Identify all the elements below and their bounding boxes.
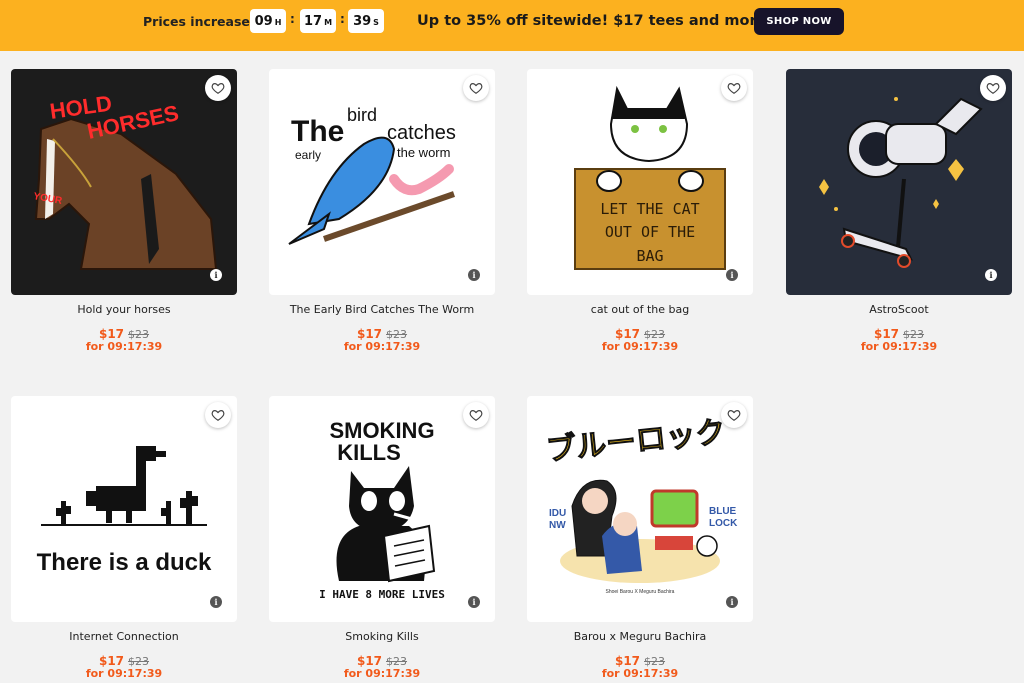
svg-text:The: The bbox=[291, 115, 344, 148]
anime-icon: ブルーロック IDU NW BLUE LOCK Shoei Barou X Me… bbox=[544, 414, 738, 595]
svg-text:KILLS: KILLS bbox=[337, 440, 401, 465]
product-image[interactable]: LET THE CAT OUT OF THE BAG i bbox=[527, 69, 753, 295]
cat-icon: LET THE CAT OUT OF THE BAG bbox=[574, 85, 726, 270]
svg-text:Shoei Barou X Meguru Bachira: Shoei Barou X Meguru Bachira bbox=[606, 589, 675, 595]
shop-now-button[interactable]: SHOP NOW bbox=[754, 8, 844, 35]
countdown-separator: : bbox=[340, 12, 345, 26]
favorite-button[interactable] bbox=[463, 75, 489, 101]
svg-text:the worm: the worm bbox=[397, 145, 450, 160]
svg-text:OUT OF THE: OUT OF THE bbox=[605, 223, 695, 241]
favorite-button[interactable] bbox=[721, 75, 747, 101]
sale-price: $17 bbox=[614, 327, 641, 341]
deal-timer: for 09:17:39 bbox=[343, 667, 421, 680]
svg-text:BAG: BAG bbox=[636, 247, 663, 265]
svg-text:IDU: IDU bbox=[549, 508, 566, 519]
heart-icon bbox=[211, 410, 225, 421]
product-title[interactable]: Hold your horses bbox=[11, 303, 237, 316]
sale-price: $17 bbox=[614, 654, 641, 668]
info-icon[interactable]: i bbox=[210, 596, 222, 608]
astronaut-icon bbox=[819, 97, 983, 268]
favorite-button[interactable] bbox=[980, 75, 1006, 101]
svg-text:early: early bbox=[295, 148, 321, 162]
heart-icon bbox=[727, 83, 741, 94]
sale-price: $17 bbox=[98, 327, 125, 341]
svg-text:There is a duck: There is a duck bbox=[37, 549, 212, 576]
favorite-button[interactable] bbox=[205, 75, 231, 101]
deal-timer: for 09:17:39 bbox=[860, 340, 938, 353]
heart-icon bbox=[469, 410, 483, 421]
product-title[interactable]: cat out of the bag bbox=[527, 303, 753, 316]
promo-banner: Prices increase in 09 H : 17 M : 39 S Up to… bbox=[0, 0, 1024, 51]
heart-icon bbox=[727, 410, 741, 421]
favorite-button[interactable] bbox=[205, 402, 231, 428]
countdown-minutes: 17 M bbox=[300, 9, 336, 33]
sale-price: $17 bbox=[98, 654, 125, 668]
countdown-separator: : bbox=[290, 12, 295, 26]
deal-timer: for 09:17:39 bbox=[343, 340, 421, 353]
product-title[interactable]: Smoking Kills bbox=[269, 630, 495, 643]
deal-timer: for 09:17:39 bbox=[85, 340, 163, 353]
product-title[interactable]: AstroScoot bbox=[786, 303, 1012, 316]
product-title[interactable]: Internet Connection bbox=[11, 630, 237, 643]
pixel-duck-icon: There is a duck bbox=[37, 446, 212, 576]
product-image[interactable]: HOLD HORSES YOUR i bbox=[11, 69, 237, 295]
bird-icon: The bird catches early the worm bbox=[288, 105, 456, 245]
cat-icon: SMOKING KILLS I HAVE 8 MORE LIVES bbox=[319, 418, 445, 601]
heart-icon bbox=[986, 83, 1000, 94]
heart-icon bbox=[211, 83, 225, 94]
product-image[interactable]: ブルーロック IDU NW BLUE LOCK Shoei Barou X Me… bbox=[527, 396, 753, 622]
countdown-seconds: 39 S bbox=[348, 9, 384, 33]
svg-text:NW: NW bbox=[549, 520, 566, 531]
svg-text:BLUE: BLUE bbox=[709, 506, 737, 517]
info-icon[interactable]: i bbox=[726, 596, 738, 608]
heart-icon bbox=[469, 83, 483, 94]
countdown-label: Prices increase in bbox=[143, 14, 268, 29]
sale-price: $17 bbox=[873, 327, 900, 341]
info-icon[interactable]: i bbox=[985, 269, 997, 281]
info-icon[interactable]: i bbox=[210, 269, 222, 281]
svg-text:LOCK: LOCK bbox=[709, 518, 738, 529]
sale-price: $17 bbox=[356, 327, 383, 341]
favorite-button[interactable] bbox=[721, 402, 747, 428]
deal-timer: for 09:17:39 bbox=[601, 340, 679, 353]
svg-text:bird: bird bbox=[347, 105, 377, 125]
info-icon[interactable]: i bbox=[468, 269, 480, 281]
promo-text: Up to 35% off sitewide! $17 tees and mor… bbox=[417, 13, 772, 29]
product-image[interactable]: There is a duck i bbox=[11, 396, 237, 622]
sale-price: $17 bbox=[356, 654, 383, 668]
info-icon[interactable]: i bbox=[726, 269, 738, 281]
info-icon[interactable]: i bbox=[468, 596, 480, 608]
product-title[interactable]: Barou x Meguru Bachira bbox=[527, 630, 753, 643]
svg-text:catches: catches bbox=[387, 122, 456, 144]
countdown-hours: 09 H bbox=[250, 9, 286, 33]
product-image[interactable]: The bird catches early the worm i bbox=[269, 69, 495, 295]
product-image[interactable]: SMOKING KILLS I HAVE 8 MORE LIVES i bbox=[269, 396, 495, 622]
svg-text:I HAVE 8 MORE LIVES: I HAVE 8 MORE LIVES bbox=[319, 588, 445, 601]
horse-icon: HOLD HORSES YOUR bbox=[32, 91, 218, 270]
favorite-button[interactable] bbox=[463, 402, 489, 428]
svg-text:ブルーロック: ブルーロック bbox=[545, 415, 728, 469]
svg-text:LET THE CAT: LET THE CAT bbox=[600, 200, 699, 218]
deal-timer: for 09:17:39 bbox=[85, 667, 163, 680]
product-image[interactable]: i bbox=[786, 69, 1012, 295]
product-title[interactable]: The Early Bird Catches The Worm bbox=[269, 303, 495, 316]
deal-timer: for 09:17:39 bbox=[601, 667, 679, 680]
